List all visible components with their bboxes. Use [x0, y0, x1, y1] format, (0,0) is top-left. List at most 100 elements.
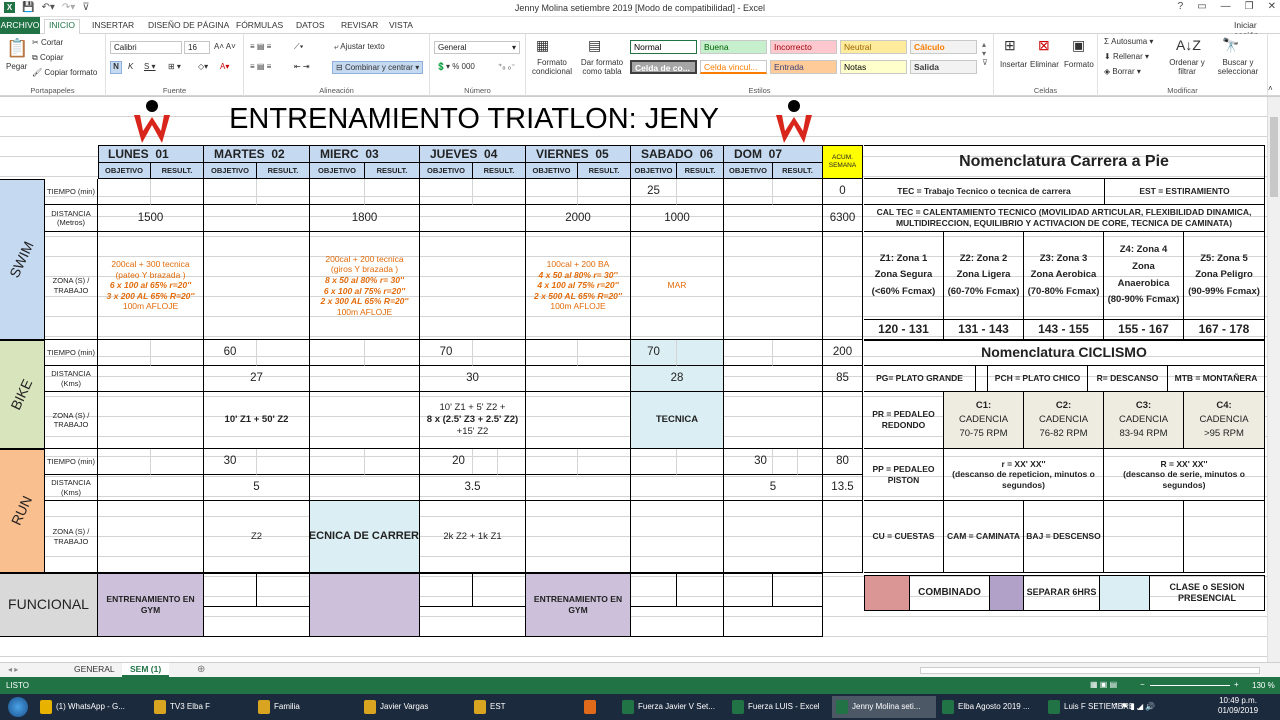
day-cell[interactable]	[98, 501, 204, 573]
result-cell[interactable]	[473, 573, 526, 607]
view-buttons[interactable]: ▦ ▣ ▤	[1090, 680, 1117, 689]
run-tiempo-acum[interactable]: 80	[823, 449, 863, 475]
taskbar-item[interactable]: Fuerza LUIS - Excel	[728, 696, 830, 718]
tab-archivo[interactable]: ARCHIVO	[0, 17, 40, 34]
number-format-select[interactable]: General ▾	[434, 41, 520, 54]
objetivo-cell[interactable]	[204, 573, 257, 607]
objetivo-cell[interactable]	[526, 449, 578, 475]
tab-vista[interactable]: VISTA	[389, 20, 413, 30]
result-cell[interactable]	[677, 340, 724, 366]
grow-font-icon[interactable]: A˄ A˅	[214, 42, 236, 51]
result-cell[interactable]	[365, 179, 420, 205]
tab-sem-1[interactable]: SEM (1)	[122, 663, 170, 677]
add-sheet-icon[interactable]: ⊕	[197, 664, 205, 675]
day-cell[interactable]	[526, 392, 631, 449]
sport-label-bike[interactable]: BIKE	[0, 340, 45, 449]
result-cell[interactable]	[773, 340, 823, 366]
align-left-icon[interactable]: ≡ ▤ ≡	[250, 62, 271, 71]
objetivo-header[interactable]: OBJETIVO	[420, 163, 473, 179]
zone-1-desc[interactable]: Z1: Zona 1 Zona Segura (<60% Fcmax)	[864, 232, 944, 320]
objetivo-cell[interactable]	[724, 573, 773, 607]
objetivo-cell[interactable]	[310, 179, 365, 205]
objetivo-cell[interactable]	[526, 179, 578, 205]
day-cell[interactable]	[631, 475, 724, 501]
result-cell[interactable]	[257, 449, 310, 475]
format-table-button[interactable]: Dar formato como tabla	[578, 58, 626, 76]
style-celda-comprobacion[interactable]: Celda de co...	[630, 60, 697, 74]
objetivo-cell[interactable]	[724, 340, 773, 366]
day-cell[interactable]	[724, 501, 823, 573]
result-header[interactable]: RESULT.	[677, 163, 724, 179]
gallery-scroll-icon[interactable]: ▴ ▾ ⊽	[982, 40, 988, 67]
acum-cell[interactable]	[823, 501, 863, 573]
legend-combinado[interactable]: COMBINADO	[910, 575, 990, 611]
bike-tiempo-martes[interactable]: 60	[204, 340, 257, 366]
day-header-sabado[interactable]: SABADO 06	[631, 145, 724, 163]
merge-center-button[interactable]: ⊟ Combinar y centrar ▾	[332, 61, 424, 74]
day-cell[interactable]	[204, 607, 310, 637]
swim-zona-sabado[interactable]: MAR	[631, 232, 724, 340]
clear-button[interactable]: ◈ Borrar ▾	[1104, 67, 1141, 76]
run-tiempo-jueves[interactable]: 20	[420, 449, 498, 475]
start-button[interactable]	[8, 697, 28, 717]
funcional-gym-viernes[interactable]: ENTRENAMIENTO EN GYM	[526, 573, 631, 637]
sort-filter-button[interactable]: Ordenar y filtrar	[1166, 58, 1208, 76]
acum-semana-header[interactable]: ACUM. SEMANA	[823, 145, 863, 179]
style-incorrecto[interactable]: Incorrecto	[770, 40, 837, 54]
day-cell[interactable]	[724, 232, 823, 340]
bike-zona-martes[interactable]: 10' Z1 + 50' Z2	[204, 392, 310, 449]
run-zona-martes[interactable]: Z2	[204, 501, 310, 573]
sport-label-run[interactable]: RUN	[0, 449, 45, 573]
swim-distancia-sabado[interactable]: 1000	[631, 205, 724, 232]
legend-combinado-swatch[interactable]	[864, 575, 910, 611]
row-label-distancia[interactable]: DISTANCIA (Kms)	[45, 475, 98, 501]
objetivo-cell[interactable]	[310, 340, 365, 366]
style-salida[interactable]: Salida	[910, 60, 977, 74]
objetivo-cell[interactable]	[98, 340, 151, 366]
currency-icon[interactable]: 💲▾ % 000	[436, 62, 475, 71]
result-header[interactable]: RESULT.	[151, 163, 204, 179]
objetivo-cell[interactable]	[631, 573, 677, 607]
result-cell[interactable]	[773, 573, 823, 607]
fill-button[interactable]: ⬇ Rellenar ▾	[1104, 52, 1149, 61]
day-header-mierc[interactable]: MIERC 03	[310, 145, 420, 163]
minimize-icon[interactable]: —	[1221, 1, 1231, 12]
insert-button[interactable]: Insertar	[1000, 60, 1027, 69]
zone-3-desc[interactable]: Z3: Zona 3 Zona Aerobica (70-80% Fcmax)	[1024, 232, 1104, 320]
zone-3-range[interactable]: 143 - 155	[1024, 320, 1104, 340]
insert-cells-icon[interactable]: ⊞	[1004, 37, 1016, 54]
tab-nav-icon[interactable]: ◂ ▸	[8, 665, 18, 674]
objetivo-cell[interactable]	[420, 179, 473, 205]
style-notas[interactable]: Notas	[840, 60, 907, 74]
close-icon[interactable]: ✕	[1268, 1, 1276, 12]
taskbar-item[interactable]: Jenny Molina seti...	[832, 696, 936, 718]
objetivo-cell[interactable]	[204, 179, 257, 205]
zone-4-range[interactable]: 155 - 167	[1104, 320, 1184, 340]
nomen-pch[interactable]: PCH = PLATO CHICO	[988, 366, 1088, 392]
day-cell[interactable]	[631, 501, 724, 573]
style-calculo[interactable]: Cálculo	[910, 40, 977, 54]
objetivo-header[interactable]: OBJETIVO	[204, 163, 257, 179]
run-distancia-martes[interactable]: 5	[204, 475, 310, 501]
day-header-jueves[interactable]: JUEVES 04	[420, 145, 526, 163]
run-distancia-dom[interactable]: 5	[724, 475, 823, 501]
day-cell[interactable]	[724, 392, 823, 449]
taskbar-item[interactable]: Javier Vargas	[360, 696, 468, 718]
day-header-lunes[interactable]: LUNES 01	[98, 145, 204, 163]
zone-1-range[interactable]: 120 - 131	[864, 320, 944, 340]
tab-diseno[interactable]: DISEÑO DE PÁGINA	[148, 20, 229, 30]
sort-filter-icon[interactable]: A↓Z	[1176, 37, 1201, 53]
run-zona-miercoles[interactable]: TECNICA DE CARRERA	[310, 501, 420, 573]
objetivo-cell[interactable]	[420, 573, 473, 607]
bike-tiempo-sabado[interactable]: 70	[631, 340, 677, 366]
bike-distancia-martes[interactable]: 27	[204, 366, 310, 392]
copy-button[interactable]: ⧉ Copiar	[32, 53, 64, 63]
swim-distancia-acum[interactable]: 6300	[823, 205, 863, 232]
tab-datos[interactable]: DATOS	[296, 20, 325, 30]
result-cell[interactable]	[257, 179, 310, 205]
result-header[interactable]: RESULT.	[773, 163, 823, 179]
align-top-icon[interactable]: ≡ ▤ ≡	[250, 42, 271, 51]
conditional-format-icon[interactable]: ▦	[536, 37, 549, 54]
fill-color-icon[interactable]: ◇▾	[198, 62, 208, 71]
day-cell[interactable]	[526, 501, 631, 573]
